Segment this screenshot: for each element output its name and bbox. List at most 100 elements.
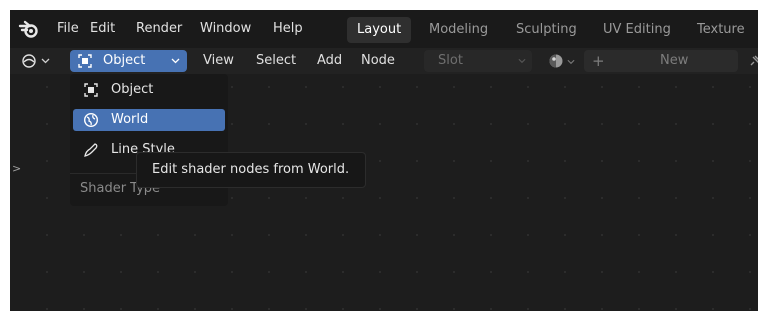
grid-dot <box>120 308 122 310</box>
grid-dot <box>527 160 529 162</box>
grid-dot <box>231 271 233 273</box>
tab-sculpting[interactable]: Sculpting <box>506 17 587 43</box>
chevron-down-icon <box>518 58 526 64</box>
view-menu[interactable]: View <box>203 48 234 74</box>
grid-dot <box>379 271 381 273</box>
grid-dot <box>601 197 603 199</box>
grid-dot <box>564 234 566 236</box>
grid-dot <box>342 234 344 236</box>
grid-dot <box>675 271 677 273</box>
grid-dot <box>675 234 677 236</box>
material-sphere-icon <box>549 54 563 68</box>
grid-dot <box>712 86 714 88</box>
grid-dot <box>120 271 122 273</box>
chevron-down-icon <box>567 59 575 65</box>
grid-dot <box>749 86 751 88</box>
grid-dot <box>342 308 344 310</box>
shader-type-dropdown[interactable]: Object <box>70 50 187 72</box>
grid-dot <box>564 123 566 125</box>
editor-type-button[interactable] <box>15 50 59 72</box>
menu-help[interactable]: Help <box>273 10 303 48</box>
grid-dot <box>157 234 159 236</box>
menu-render[interactable]: Render <box>136 10 182 48</box>
menu-window[interactable]: Window <box>200 10 251 48</box>
grid-dot <box>46 86 48 88</box>
grid-dot <box>749 197 751 199</box>
grid-dot <box>675 197 677 199</box>
grid-dot <box>231 86 233 88</box>
world-icon <box>83 112 99 128</box>
grid-dot <box>601 308 603 310</box>
blender-logo-icon[interactable] <box>18 19 40 39</box>
slot-label: Slot <box>438 53 463 68</box>
grid-dot <box>342 271 344 273</box>
add-menu[interactable]: Add <box>317 48 342 74</box>
grid-dot <box>601 160 603 162</box>
grid-dot <box>527 234 529 236</box>
grid-dot <box>46 234 48 236</box>
grid-dot <box>490 271 492 273</box>
grid-dot <box>675 123 677 125</box>
grid-dot <box>46 160 48 162</box>
menu-item-object[interactable]: Object <box>73 79 225 101</box>
grid-dot <box>490 86 492 88</box>
pin-icon[interactable] <box>748 54 758 68</box>
grid-dot <box>379 160 381 162</box>
grid-dot <box>268 86 270 88</box>
menu-item-world[interactable]: World <box>73 109 225 131</box>
grid-dot <box>601 271 603 273</box>
tab-layout[interactable]: Layout <box>347 17 412 43</box>
chevron-down-icon <box>171 58 180 64</box>
grid-dot <box>527 197 529 199</box>
grid-dot <box>749 160 751 162</box>
tab-modeling[interactable]: Modeling <box>419 17 498 43</box>
grid-dot <box>379 123 381 125</box>
grid-dot <box>231 234 233 236</box>
grid-dot <box>416 86 418 88</box>
grid-dot <box>712 234 714 236</box>
new-material-button[interactable]: + New <box>584 50 738 72</box>
grid-dot <box>453 271 455 273</box>
grid-dot <box>46 308 48 310</box>
select-menu[interactable]: Select <box>256 48 296 74</box>
grid-dot <box>46 197 48 199</box>
grid-dot <box>46 123 48 125</box>
grid-dot <box>453 123 455 125</box>
object-icon <box>84 83 98 97</box>
grid-dot <box>675 86 677 88</box>
grid-dot <box>416 197 418 199</box>
new-label: New <box>660 53 689 68</box>
line-style-icon <box>84 143 98 157</box>
grid-dot <box>490 197 492 199</box>
plus-icon: + <box>592 52 605 70</box>
grid-dot <box>379 197 381 199</box>
grid-dot <box>564 160 566 162</box>
sidebar-toggle-icon[interactable]: > <box>12 162 21 175</box>
chevron-down-icon <box>41 58 50 64</box>
grid-dot <box>453 86 455 88</box>
grid-dot <box>231 123 233 125</box>
grid-dot <box>83 308 85 310</box>
grid-dot <box>453 160 455 162</box>
node-menu[interactable]: Node <box>361 48 395 74</box>
grid-dot <box>268 197 270 199</box>
grid-dot <box>305 271 307 273</box>
grid-dot <box>712 123 714 125</box>
material-browse-button[interactable] <box>542 50 580 72</box>
grid-dot <box>305 234 307 236</box>
grid-dot <box>416 160 418 162</box>
menu-edit[interactable]: Edit <box>90 10 115 48</box>
grid-dot <box>268 234 270 236</box>
grid-dot <box>305 197 307 199</box>
tab-texture-paint[interactable]: Texture P <box>687 17 758 63</box>
tab-uv-editing[interactable]: UV Editing <box>593 17 681 43</box>
grid-dot <box>231 197 233 199</box>
grid-dot <box>638 123 640 125</box>
slot-dropdown[interactable]: Slot <box>424 50 532 72</box>
grid-dot <box>712 160 714 162</box>
grid-dot <box>490 123 492 125</box>
grid-dot <box>749 308 751 310</box>
node-editor-header: Object View Select Add Node Slot + New <box>10 48 758 74</box>
menu-file[interactable]: File <box>57 10 79 48</box>
grid-dot <box>83 234 85 236</box>
